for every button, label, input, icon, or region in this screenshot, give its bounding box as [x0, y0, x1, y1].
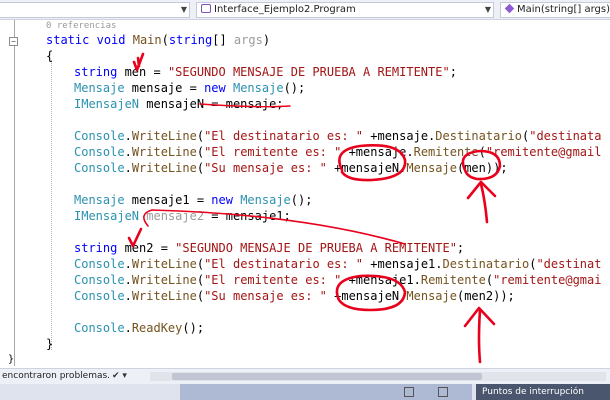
code-line: IMensajeN mensajeN = mensaje;: [74, 97, 284, 111]
indent-guide: [51, 60, 52, 350]
code-line: Console.WriteLine("El destinatario es: "…: [74, 257, 602, 271]
code-line: Console.WriteLine("El remitente es: " +m…: [74, 145, 602, 159]
chevron-down-icon: ▼: [180, 5, 187, 14]
horizontal-scrollbar[interactable]: [150, 372, 606, 381]
scrollbar-thumb[interactable]: [172, 373, 482, 380]
code-line: Console.WriteLine("El remitente es: " +m…: [74, 273, 602, 287]
code-line: Mensaje mensaje1 = new Mensaje();: [74, 193, 313, 207]
bottom-panel-strip: [180, 384, 472, 400]
code-line: string men = "SEGUNDO MENSAJE DE PRUEBA …: [74, 65, 457, 79]
code-line: }: [46, 337, 54, 351]
class-dropdown[interactable]: Interface_Ejemplo2.Program ▼: [196, 2, 494, 18]
collapse-icon[interactable]: −: [9, 37, 18, 46]
code-line: IMensajeN mensaje2 = mensaje1;: [74, 209, 291, 223]
code-line: Console.WriteLine("El destinatario es: "…: [74, 129, 602, 143]
navigation-bar: ▼ Interface_Ejemplo2.Program ▼ Main(stri…: [0, 0, 610, 20]
code-line: Console.WriteLine("Su mensaje es: " +men…: [74, 289, 515, 303]
code-line: Mensaje mensaje = new Mensaje();: [74, 81, 306, 95]
gutter-margin: [14, 20, 15, 366]
bottom-panel-bar: Puntos de interrupción: [0, 384, 610, 400]
project-dropdown[interactable]: ▼: [0, 2, 190, 18]
member-dropdown[interactable]: Main(string[] args): [500, 2, 610, 18]
method-icon: [504, 3, 515, 14]
window-icon[interactable]: [438, 387, 448, 397]
code-line: string men2 = "SEGUNDO MENSAJE DE PRUEBA…: [74, 241, 465, 255]
code-line: }: [8, 354, 15, 365]
status-bar: encontraron problemas. ✔ ▾: [0, 368, 610, 384]
error-list-status[interactable]: encontraron problemas.: [2, 369, 110, 384]
tab-breakpoints[interactable]: Puntos de interrupción: [476, 384, 610, 400]
code-editor[interactable]: − 0 referencias static void Main(string[…: [0, 20, 610, 368]
code-line: static void Main(string[] args): [46, 33, 271, 47]
window-icon[interactable]: [404, 387, 414, 397]
code-line: {: [46, 49, 54, 63]
code-cleanup-control[interactable]: ✔ ▾: [112, 369, 127, 384]
class-icon: [201, 4, 211, 13]
code-line: Console.WriteLine("Su mensaje es: " +men…: [74, 161, 508, 175]
code-line: Console.ReadKey();: [74, 321, 205, 335]
chevron-down-icon: ▼: [484, 5, 491, 14]
